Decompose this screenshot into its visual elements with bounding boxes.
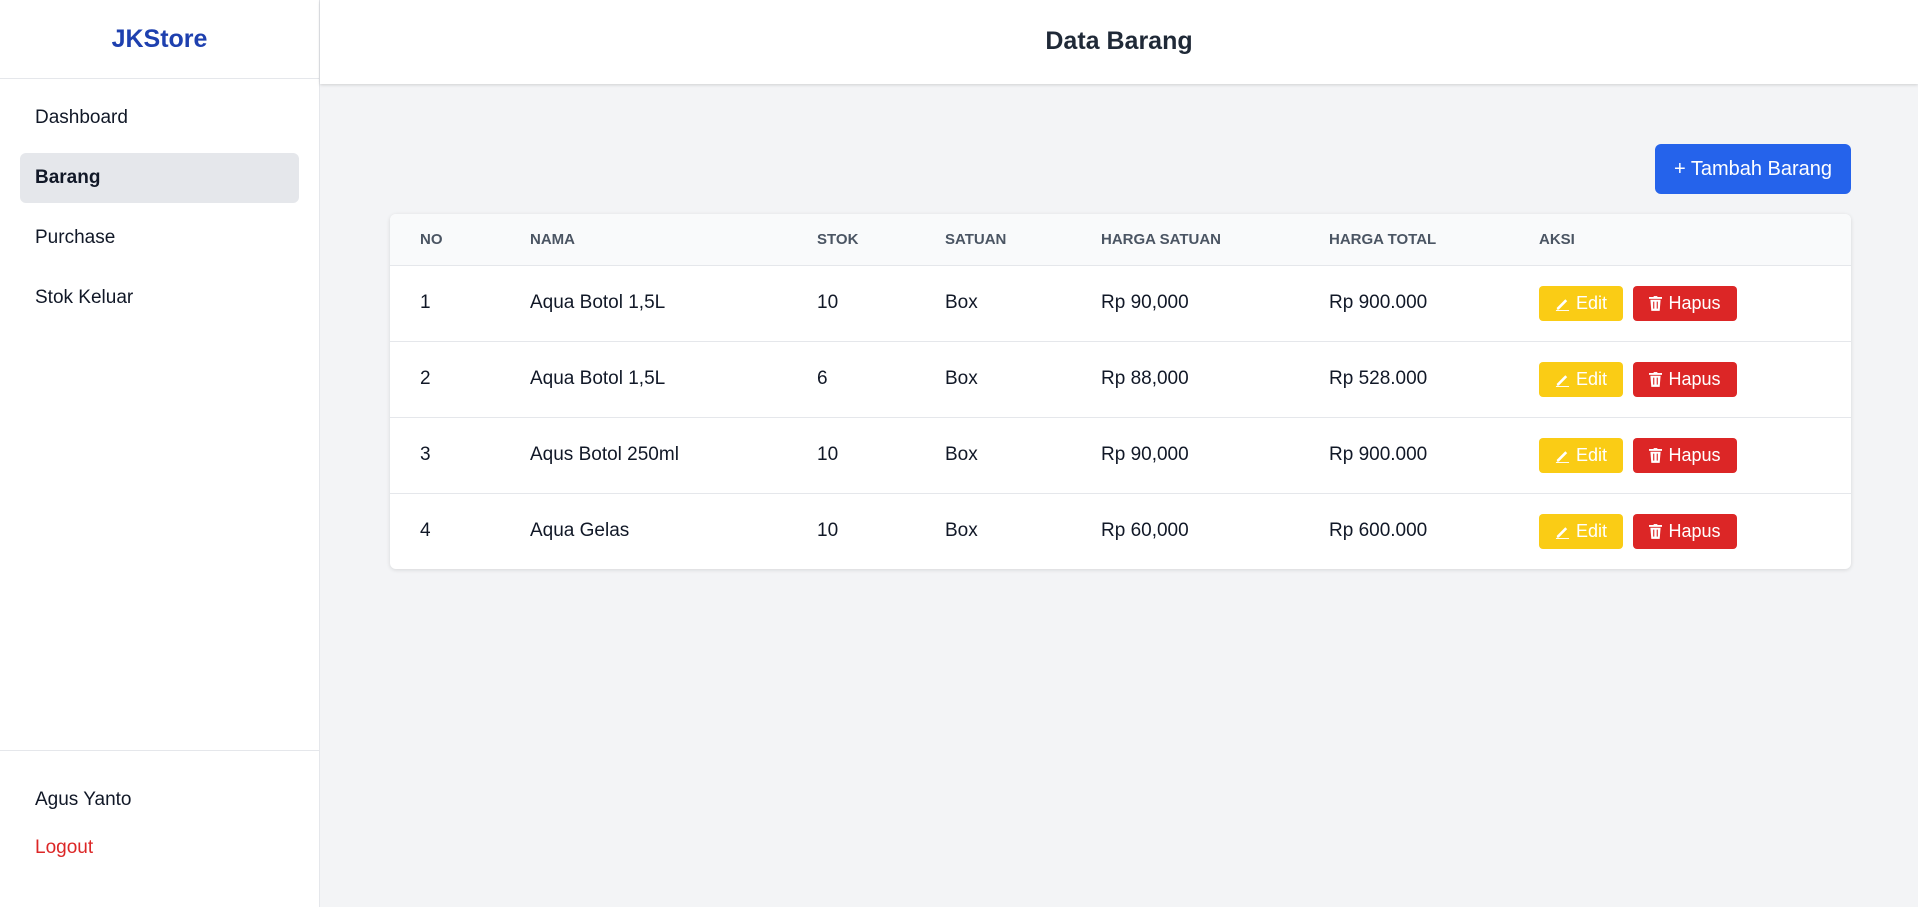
cell-aksi: Edit Hapus <box>1539 493 1851 569</box>
column-header-harga-total: HARGA TOTAL <box>1329 230 1437 248</box>
cell-satuan: Box <box>945 292 978 313</box>
sidebar-item-barang[interactable]: Barang <box>20 153 299 203</box>
delete-button[interactable]: Hapus <box>1633 285 1737 321</box>
delete-button[interactable]: Hapus <box>1633 437 1737 473</box>
items-table-card: NO NAMA STOK SATUAN HARGA SATUAN HARGA T… <box>390 214 1851 569</box>
delete-button-label: Hapus <box>1668 368 1721 389</box>
cell-stok: 10 <box>817 444 839 465</box>
delete-button-label: Hapus <box>1668 444 1721 465</box>
sidebar-item-purchase[interactable]: Purchase <box>20 213 299 263</box>
page-title: Data Barang <box>1045 26 1193 55</box>
cell-nama: Aqua Botol 1,5L <box>530 292 666 313</box>
delete-button[interactable]: Hapus <box>1633 513 1737 549</box>
pencil-icon <box>1555 296 1570 311</box>
pencil-icon <box>1555 524 1570 539</box>
cell-harga-total: Rp 900.000 <box>1329 292 1428 313</box>
column-header-stok: STOK <box>817 230 859 248</box>
cell-aksi: Edit Hapus <box>1539 417 1851 493</box>
row-actions: Edit Hapus <box>1539 285 1851 321</box>
sidebar-item-stok-keluar[interactable]: Stok Keluar <box>20 273 299 323</box>
edit-button-label: Edit <box>1575 368 1608 389</box>
add-item-button[interactable]: + Tambah Barang <box>1655 144 1851 194</box>
edit-button[interactable]: Edit <box>1539 285 1623 321</box>
brand-logo[interactable]: JKStore <box>0 0 319 79</box>
cell-harga-total: Rp 900.000 <box>1329 444 1428 465</box>
cell-nama: Aqua Botol 1,5L <box>530 368 666 389</box>
delete-button-label: Hapus <box>1668 520 1721 541</box>
cell-stok: 10 <box>817 292 839 313</box>
cell-stok: 6 <box>817 368 828 389</box>
trash-icon <box>1649 371 1663 387</box>
edit-button[interactable]: Edit <box>1539 437 1623 473</box>
table-row: 3 Aqus Botol 250ml 10 Box Rp 90,000 Rp 9… <box>390 417 1851 493</box>
row-actions: Edit Hapus <box>1539 361 1851 397</box>
edit-button[interactable]: Edit <box>1539 513 1623 549</box>
cell-aksi: Edit Hapus <box>1539 265 1851 341</box>
row-actions: Edit Hapus <box>1539 437 1851 473</box>
column-header-satuan: SATUAN <box>945 230 1007 248</box>
items-table: NO NAMA STOK SATUAN HARGA SATUAN HARGA T… <box>390 214 1851 569</box>
table-row: 4 Aqua Gelas 10 Box Rp 60,000 Rp 600.000… <box>390 493 1851 569</box>
cell-aksi: Edit Hapus <box>1539 341 1851 417</box>
cell-no: 3 <box>420 444 431 465</box>
cell-stok: 10 <box>817 520 839 542</box>
cell-harga-satuan: Rp 90,000 <box>1101 444 1189 465</box>
cell-harga-total: Rp 600.000 <box>1329 520 1428 542</box>
cell-satuan: Box <box>945 444 978 465</box>
cell-harga-satuan: Rp 90,000 <box>1101 292 1189 313</box>
column-header-no: NO <box>420 230 443 248</box>
page-header: Data Barang <box>320 0 1918 84</box>
trash-icon <box>1649 523 1663 539</box>
edit-button-label: Edit <box>1575 292 1608 313</box>
sidebar-item-dashboard[interactable]: Dashboard <box>20 93 299 143</box>
edit-button[interactable]: Edit <box>1539 361 1623 397</box>
trash-icon <box>1649 295 1663 311</box>
cell-satuan: Box <box>945 368 978 389</box>
app-root: JKStore Dashboard Barang Purchase Stok K… <box>0 0 1918 907</box>
trash-icon <box>1649 447 1663 463</box>
table-row: 2 Aqua Botol 1,5L 6 Box Rp 88,000 Rp 528… <box>390 341 1851 417</box>
logout-link[interactable]: Logout <box>35 837 319 859</box>
row-actions: Edit Hapus <box>1539 513 1851 549</box>
sidebar: JKStore Dashboard Barang Purchase Stok K… <box>0 0 320 907</box>
table-header-row: NO NAMA STOK SATUAN HARGA SATUAN HARGA T… <box>390 214 1851 265</box>
column-header-nama: NAMA <box>530 230 575 248</box>
pencil-icon <box>1555 372 1570 387</box>
cell-nama: Aqus Botol 250ml <box>530 444 679 465</box>
delete-button[interactable]: Hapus <box>1633 361 1737 397</box>
cell-harga-total: Rp 528.000 <box>1329 368 1428 389</box>
cell-no: 1 <box>420 292 431 313</box>
cell-harga-satuan: Rp 88,000 <box>1101 368 1189 389</box>
cell-harga-satuan: Rp 60,000 <box>1101 520 1189 542</box>
cell-satuan: Box <box>945 520 978 542</box>
table-row: 1 Aqua Botol 1,5L 10 Box Rp 90,000 Rp 90… <box>390 265 1851 341</box>
sidebar-nav: Dashboard Barang Purchase Stok Keluar <box>0 79 319 323</box>
cell-no: 4 <box>420 520 431 542</box>
pencil-icon <box>1555 448 1570 463</box>
cell-nama: Aqua Gelas <box>530 520 630 542</box>
edit-button-label: Edit <box>1575 444 1608 465</box>
sidebar-footer: Agus Yanto Logout <box>0 750 319 907</box>
column-header-aksi: AKSI <box>1539 230 1575 248</box>
cell-no: 2 <box>420 368 431 389</box>
edit-button-label: Edit <box>1575 520 1608 541</box>
delete-button-label: Hapus <box>1668 292 1721 313</box>
column-header-harga-satuan: HARGA SATUAN <box>1101 230 1221 248</box>
user-name: Agus Yanto <box>35 789 132 810</box>
